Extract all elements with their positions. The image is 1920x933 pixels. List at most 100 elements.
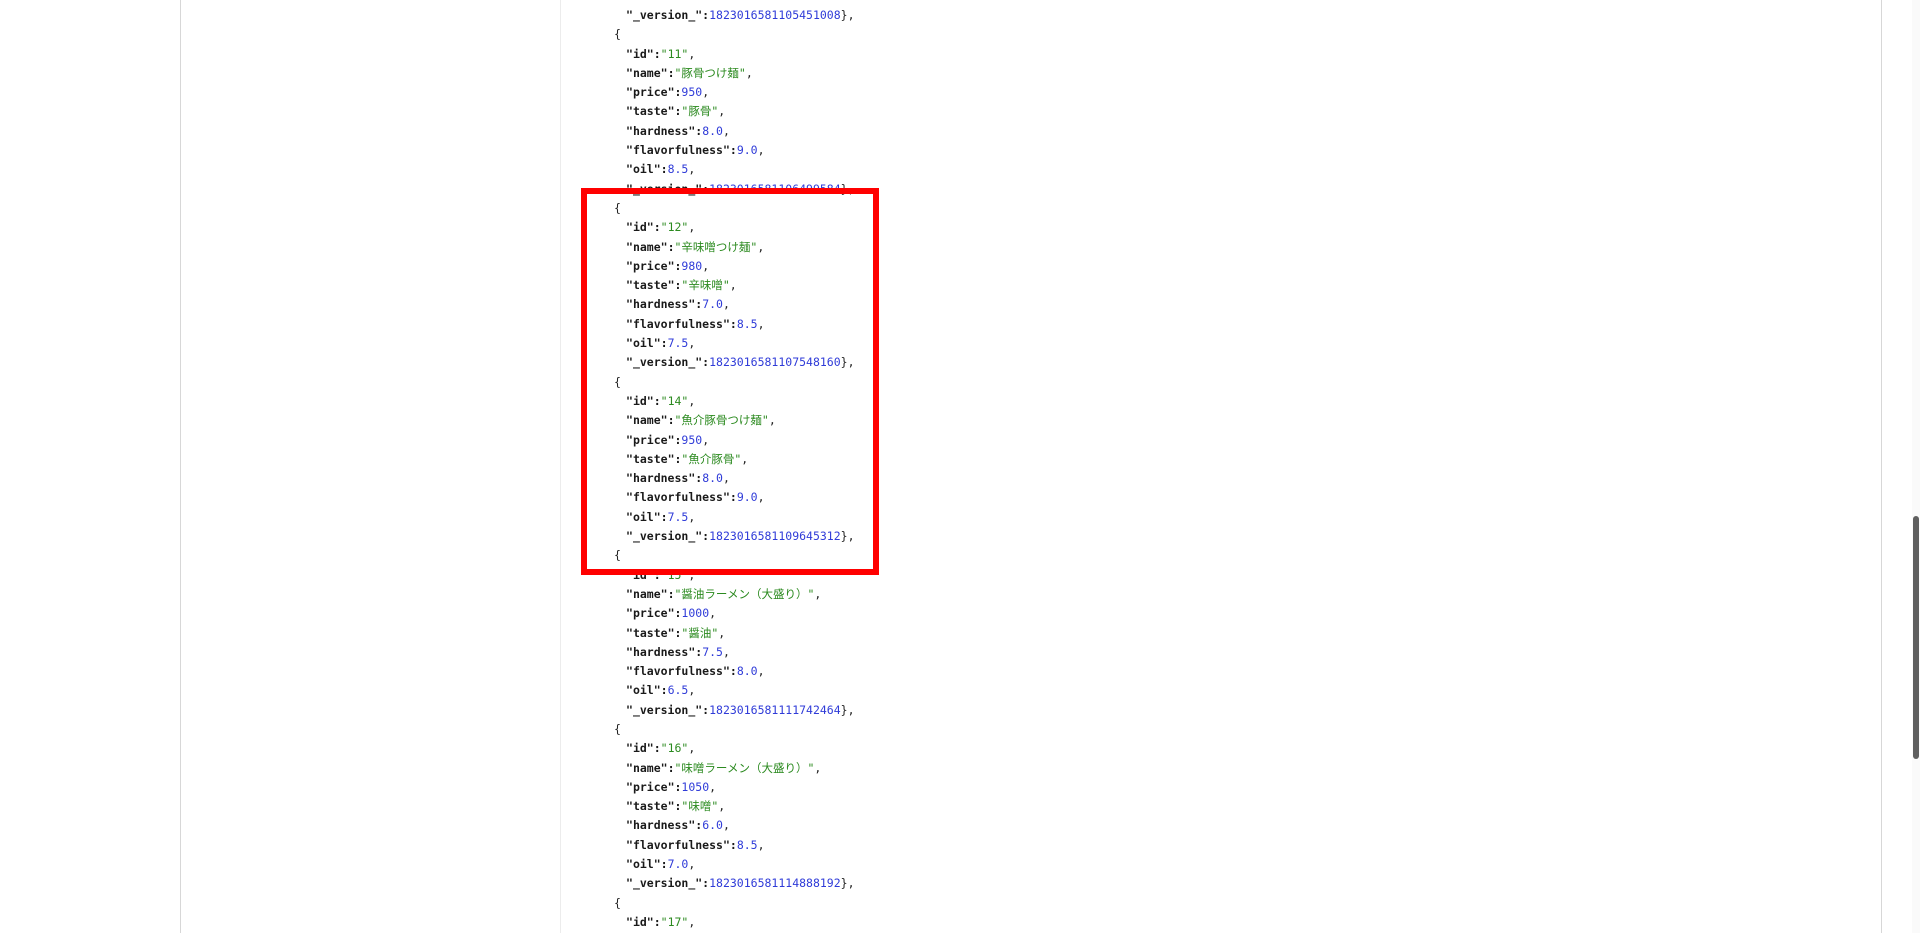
page-frame-right-border [1881, 0, 1882, 933]
json-suffix: , [709, 606, 717, 621]
json-suffix: , [757, 143, 765, 158]
json-value: "醤油ラーメン（大盛り）" [674, 586, 815, 601]
json-suffix: , [722, 644, 730, 659]
json-value: 8.0 [736, 664, 758, 679]
json-line: "taste":"魚介豚骨", [626, 451, 749, 466]
json-line: "name":"味噌ラーメン（大盛り）", [626, 760, 822, 775]
json-value: "魚介豚骨" [681, 451, 742, 466]
json-key: flavorfulness [632, 664, 723, 679]
json-key: flavorfulness [632, 837, 723, 852]
json-suffix: , [757, 664, 765, 679]
json-key: oil [632, 683, 654, 698]
json-suffix: , [688, 336, 696, 351]
json-suffix: , [722, 471, 730, 486]
scrollbar-thumb[interactable] [1913, 516, 1919, 759]
json-value: 8.5 [736, 837, 758, 852]
json-line: "id":"17", [626, 914, 696, 929]
json-key: _version_ [632, 702, 696, 717]
json-suffix: , [757, 837, 765, 852]
json-suffix: , [688, 393, 696, 408]
json-key: _version_ [632, 355, 696, 370]
json-line: "flavorfulness":8.5, [626, 837, 765, 852]
json-suffix: , [741, 451, 749, 466]
json-key: _version_ [632, 876, 696, 891]
json-line: "hardness":7.0, [626, 297, 730, 312]
json-value: 980 [681, 258, 703, 273]
json-value: "17" [660, 914, 689, 929]
json-value: 9.0 [736, 143, 758, 158]
json-line: "oil":7.5, [626, 336, 696, 351]
json-key: name [632, 586, 661, 601]
json-value: 1050 [681, 779, 710, 794]
json-line: { [590, 894, 1290, 913]
json-suffix: }, [840, 876, 855, 891]
json-line: "id":"14", [626, 393, 696, 408]
json-key: oil [632, 857, 654, 872]
json-key: hardness [632, 471, 689, 486]
json-key: name [632, 413, 661, 428]
json-value: "16" [660, 741, 689, 756]
json-key: name [632, 65, 661, 80]
json-value: "11" [660, 46, 689, 61]
json-brace: { [614, 200, 621, 215]
json-value: 8.0 [702, 471, 723, 486]
json-brace: { [614, 721, 621, 736]
scrollbar-track[interactable] [1912, 0, 1920, 933]
json-key: taste [632, 104, 668, 119]
json-value: 1823016581111742464 [709, 702, 841, 717]
json-suffix: , [709, 779, 717, 794]
json-line: "flavorfulness":8.0, [626, 664, 765, 679]
json-line: "oil":8.5, [626, 162, 696, 177]
json-suffix: }, [840, 355, 855, 370]
json-suffix: , [814, 760, 822, 775]
json-suffix: }, [840, 702, 855, 717]
json-line: "price":980, [626, 258, 710, 273]
json-value: "豚骨" [681, 104, 719, 119]
json-line: "taste":"辛味噌", [626, 278, 737, 293]
json-key: flavorfulness [632, 316, 723, 331]
json-response-viewer[interactable]: "_version_":1823016581105451008}, {"id":"… [590, 6, 1290, 932]
json-value: 8.5 [667, 162, 689, 177]
json-key: taste [632, 278, 668, 293]
json-value: "魚介豚骨つけ麺" [674, 413, 769, 428]
json-line: "price":1050, [626, 779, 717, 794]
json-line: "_version_":1823016581109645312}, [626, 529, 855, 544]
json-key: price [632, 432, 668, 447]
json-line: "id":"12", [626, 220, 696, 235]
json-suffix: , [688, 857, 696, 872]
json-key: oil [632, 162, 654, 177]
json-key: price [632, 606, 668, 621]
json-line: { [590, 720, 1290, 739]
json-line: "flavorfulness":9.0, [626, 490, 765, 505]
json-value: "味噌ラーメン（大盛り）" [674, 760, 815, 775]
json-line: "hardness":8.0, [626, 123, 730, 138]
json-value: 6.0 [702, 818, 723, 833]
json-key: _version_ [632, 8, 696, 22]
json-value: 7.0 [667, 857, 689, 872]
json-key: hardness [632, 818, 689, 833]
json-suffix: , [702, 432, 710, 447]
json-suffix: , [702, 258, 710, 273]
json-key: name [632, 239, 661, 254]
json-key: name [632, 760, 661, 775]
json-value: 7.5 [702, 644, 723, 659]
json-suffix: , [768, 413, 776, 428]
json-line: "name":"豚骨つけ麺", [626, 65, 753, 80]
json-key: hardness [632, 123, 689, 138]
json-line: "hardness":8.0, [626, 471, 730, 486]
json-value: 8.0 [702, 123, 723, 138]
json-line: "taste":"醤油", [626, 625, 726, 640]
json-line: "id":"15", [626, 567, 696, 582]
json-line: "name":"辛味噌つけ麺", [626, 239, 765, 254]
json-brace: { [614, 27, 621, 42]
json-suffix: , [688, 741, 696, 756]
json-value: 1823016581109645312 [709, 529, 841, 544]
json-key: price [632, 85, 668, 100]
json-suffix: , [688, 683, 696, 698]
json-suffix: }, [840, 529, 855, 544]
json-line: { [590, 373, 1290, 392]
json-value: 950 [681, 85, 703, 100]
json-line: "_version_":1823016581105451008}, [626, 8, 855, 22]
json-value: 950 [681, 432, 703, 447]
json-line: "_version_":1823016581106499584}, [626, 181, 855, 196]
